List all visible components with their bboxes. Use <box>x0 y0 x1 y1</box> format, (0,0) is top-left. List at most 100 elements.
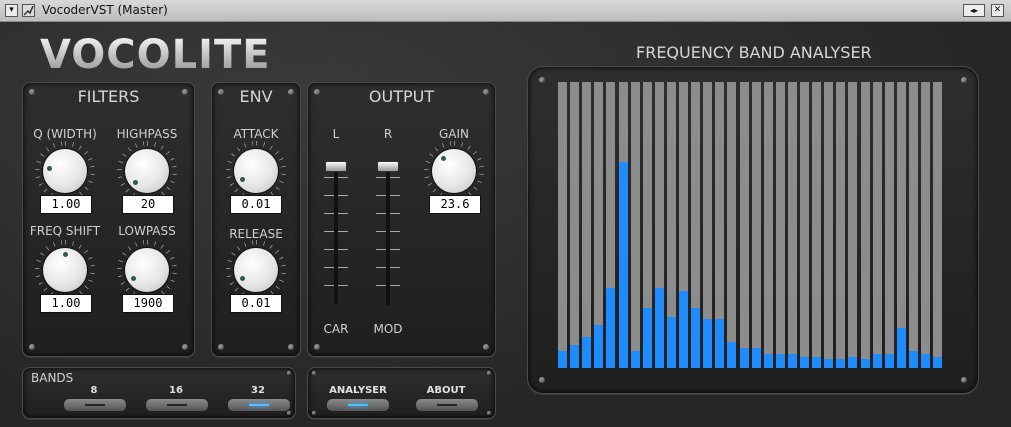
screw <box>539 77 545 83</box>
screw <box>539 377 545 383</box>
right-channel-label: R <box>383 127 393 141</box>
bands-16-button[interactable] <box>145 398 209 412</box>
plugin-body: VOCOLITE FILTERS Q (WIDTH) 1.00 HIGHPASS… <box>0 22 1011 427</box>
release-label: RELEASE <box>229 227 283 241</box>
band-meter-level <box>933 357 943 368</box>
band-meter-level <box>787 354 797 368</box>
band-meter-track <box>558 82 567 368</box>
screw <box>487 411 491 415</box>
band-meter-track <box>824 82 834 368</box>
band-meter-level <box>860 359 870 368</box>
band-meter-level <box>751 348 761 368</box>
screw <box>483 344 489 350</box>
screw <box>312 371 316 375</box>
about-indicator-light <box>437 404 457 406</box>
screw <box>314 344 320 350</box>
band-meter-level <box>884 354 894 368</box>
carrier-label: CAR <box>323 322 349 336</box>
band-meter-track <box>630 82 640 368</box>
window-title: VocoderVST (Master) <box>42 3 168 17</box>
left-fader-handle[interactable] <box>325 161 347 172</box>
env-title: ENV <box>239 87 273 106</box>
bands-8-button[interactable] <box>63 398 127 412</box>
band-meter-track <box>751 82 761 368</box>
band-meter-level <box>558 351 567 368</box>
band-meter-level <box>775 354 785 368</box>
band-meter-level <box>727 342 737 368</box>
about-button-label: ABOUT <box>426 385 466 396</box>
arrows-horizontal-icon: ◂▸ <box>969 6 979 15</box>
band-meter-track <box>763 82 773 368</box>
right-fader-handle[interactable] <box>377 161 399 172</box>
window-resize-button[interactable]: ◂▸ <box>963 4 985 17</box>
freq-shift-knob[interactable] <box>43 248 87 292</box>
filters-title: FILTERS <box>77 87 140 106</box>
plugin-icon <box>22 4 35 17</box>
analyser-indicator-light <box>348 404 368 406</box>
window-menu-button[interactable]: ▾ <box>5 4 18 17</box>
band-meter-level <box>763 354 773 368</box>
band-meter-level <box>679 291 688 368</box>
bands-title: BANDS <box>31 371 74 385</box>
indicator-light <box>249 404 269 406</box>
band-meter-track <box>727 82 737 368</box>
band-meter-level <box>606 288 616 368</box>
bands-option-label: 16 <box>169 385 183 396</box>
screw <box>312 411 316 415</box>
band-meter-track <box>800 82 809 368</box>
band-meter-level <box>812 357 822 368</box>
highpass-knob[interactable] <box>125 149 169 193</box>
analyser-display <box>558 82 948 368</box>
band-meter-level <box>618 162 628 368</box>
band-meter-track <box>872 82 882 368</box>
analyser-button[interactable] <box>326 398 390 412</box>
attack-value[interactable]: 0.01 <box>230 195 282 214</box>
release-knob[interactable] <box>234 248 278 292</box>
logo: VOCOLITE <box>40 32 271 78</box>
view-panel: ANALYSER ABOUT <box>307 367 496 419</box>
band-meter-track <box>787 82 797 368</box>
q-width-knob[interactable] <box>43 149 87 193</box>
freq-shift-value[interactable]: 1.00 <box>40 294 92 313</box>
band-meter-track <box>884 82 894 368</box>
band-meter-track <box>848 82 858 368</box>
output-panel: OUTPUT L R CAR MOD GAIN 23.6 <box>307 82 496 357</box>
knob-indicator <box>239 176 245 182</box>
band-meter-level <box>703 319 713 368</box>
gain-knob[interactable] <box>432 149 476 193</box>
band-meter-level <box>630 351 640 368</box>
band-meter-track <box>812 82 822 368</box>
screw <box>961 377 967 383</box>
release-value[interactable]: 0.01 <box>230 294 282 313</box>
window-close-button[interactable]: ✕ <box>991 4 1004 17</box>
screw <box>218 344 224 350</box>
attack-knob[interactable] <box>234 149 278 193</box>
band-meter-track <box>860 82 870 368</box>
q-width-value[interactable]: 1.00 <box>40 195 92 214</box>
screw <box>29 344 35 350</box>
screw <box>288 344 294 350</box>
lowpass-label: LOWPASS <box>118 224 176 238</box>
band-meter-track <box>921 82 930 368</box>
indicator-light <box>85 404 105 406</box>
modulator-label: MOD <box>373 322 403 336</box>
knob-indicator <box>239 275 245 281</box>
band-meter-level <box>848 357 858 368</box>
about-button[interactable] <box>415 398 479 412</box>
band-meter-level <box>594 325 604 368</box>
knob-indicator <box>441 156 447 162</box>
band-meter-track <box>933 82 943 368</box>
lowpass-value[interactable]: 1900 <box>122 294 174 313</box>
band-meter-level <box>896 328 906 368</box>
analyser-panel <box>527 66 979 394</box>
band-meter-level <box>739 348 749 368</box>
gain-value[interactable]: 23.6 <box>429 195 481 214</box>
bands-32-button[interactable] <box>227 398 291 412</box>
highpass-value[interactable]: 20 <box>122 195 174 214</box>
band-meter-track <box>739 82 749 368</box>
band-meter-track <box>836 82 846 368</box>
left-channel-label: L <box>332 127 340 141</box>
knob-indicator <box>130 275 136 281</box>
lowpass-knob[interactable] <box>125 248 169 292</box>
band-meter-track <box>908 82 918 368</box>
